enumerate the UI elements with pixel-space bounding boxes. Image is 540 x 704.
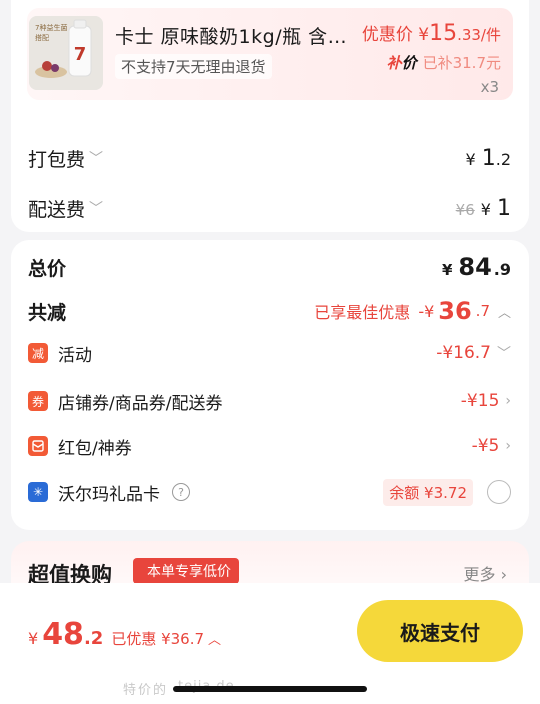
watermark: 特价的 xyxy=(123,683,169,698)
home-indicator[interactable] xyxy=(173,686,367,692)
gift-card-label: 沃尔玛礼品卡 xyxy=(58,484,160,505)
total-label: 总价 xyxy=(28,257,67,280)
reduce-icon: 减 xyxy=(28,343,48,363)
help-icon[interactable]: ? xyxy=(172,483,190,501)
price-small: .33/件 xyxy=(457,26,501,44)
best-offer-note: 已享最佳优惠 xyxy=(314,303,411,322)
red-packet-icon xyxy=(28,436,48,456)
discount-item-value: -¥15 xyxy=(460,391,500,411)
delivery-fee-label: 配送费 xyxy=(28,198,86,221)
delivery-original-price: ¥6 xyxy=(455,200,475,219)
summary-card: 总价 ¥84.9 共减 已享最佳优惠 -¥ 36.7 ︿ 减活动 -¥16.7 ﹀ … xyxy=(11,240,529,530)
discount-item-activity[interactable]: 减活动 -¥16.7 ﹀ xyxy=(28,338,511,368)
order-card: 7 7种益生菌 搭配 卡士 原味酸奶1kg/瓶 含… 不支持7天无理由退货 优惠… xyxy=(11,0,529,232)
product-price: 优惠价 ¥15.33/件 xyxy=(362,20,501,46)
price-prefix: 优惠价 ¥ xyxy=(361,25,430,45)
discount-item-value: -¥16.7 xyxy=(436,343,491,363)
chevron-right-icon: › xyxy=(505,438,511,454)
packing-fee-value: ¥ 1.2 xyxy=(465,145,512,171)
no-return-notice: 不支持7天无理由退货 xyxy=(115,54,272,79)
product-quantity: x3 xyxy=(480,78,499,96)
coupon-icon: 券 xyxy=(28,391,48,411)
svg-text:7种益生菌: 7种益生菌 xyxy=(35,23,67,32)
delivery-fee-value: ¥6 ¥ 1 xyxy=(455,195,511,221)
gift-card-radio[interactable] xyxy=(487,480,511,504)
pay-button[interactable]: 极速支付 xyxy=(357,600,523,662)
price-big: 15 xyxy=(429,21,458,46)
discount-item-redpacket[interactable]: 红包/神券 -¥5 › xyxy=(28,431,511,461)
chevron-right-icon: › xyxy=(500,565,507,584)
product-title: 卡士 原味酸奶1kg/瓶 含… xyxy=(115,26,348,48)
discount-item-value: -¥5 xyxy=(471,436,500,456)
total-value: ¥84.9 xyxy=(441,253,511,281)
subsidy-row: 补价 已补31.7元 xyxy=(387,52,501,73)
chevron-down-icon: ﹀ xyxy=(497,346,511,362)
delivery-fee-row[interactable]: 配送费 ﹀ ¥6 ¥ 1 xyxy=(28,193,511,223)
chevron-up-icon: ︿ xyxy=(497,305,511,321)
svg-text:7: 7 xyxy=(74,44,87,65)
promo-tag: 本单专享低价 xyxy=(133,558,239,584)
packing-fee-row[interactable]: 打包费 ﹀ ¥ 1.2 xyxy=(28,143,511,173)
discount-item-label: 店铺券/商品券/配送券 xyxy=(58,393,223,414)
walmart-icon: ✳ xyxy=(28,482,48,502)
chevron-down-icon: ﹀ xyxy=(89,201,104,217)
subsidy-text: 已补31.7元 xyxy=(422,54,501,72)
discount-label: 共减 xyxy=(28,301,67,324)
svg-text:搭配: 搭配 xyxy=(35,33,49,42)
gift-card-row[interactable]: ✳ 沃尔玛礼品卡? 余额 ¥3.72 xyxy=(28,477,511,507)
chevron-up-icon: ︿ xyxy=(208,633,222,648)
total-row: 总价 ¥84.9 xyxy=(28,252,511,282)
discount-item-label: 活动 xyxy=(58,345,92,366)
chevron-down-icon: ﹀ xyxy=(89,151,104,167)
subsidy-logo: 补价 xyxy=(386,54,417,72)
chevron-right-icon: › xyxy=(505,393,511,409)
checkout-bar: ¥48.2 已优惠 ¥36.7 ︿ 极速支付 特价的 tejia.de xyxy=(0,583,540,704)
discount-value: 已享最佳优惠 -¥ 36.7 ︿ xyxy=(314,297,511,325)
discount-item-coupons[interactable]: 券店铺券/商品券/配送券 -¥15 › xyxy=(28,386,511,416)
pay-amount[interactable]: ¥48.2 已优惠 ¥36.7 ︿ xyxy=(28,617,221,652)
discount-item-label: 红包/神券 xyxy=(58,438,132,459)
product-row[interactable]: 7 7种益生菌 搭配 卡士 原味酸奶1kg/瓶 含… 不支持7天无理由退货 优惠… xyxy=(27,8,513,100)
discounted-total: 已优惠 ¥36.7 xyxy=(111,630,205,648)
gift-card-balance: 余额 ¥3.72 xyxy=(383,478,473,506)
product-thumbnail: 7 7种益生菌 搭配 xyxy=(29,16,103,90)
promo-more-link[interactable]: 更多 › xyxy=(463,561,507,585)
packing-fee-label: 打包费 xyxy=(28,148,86,171)
discount-row[interactable]: 共减 已享最佳优惠 -¥ 36.7 ︿ xyxy=(28,296,511,326)
